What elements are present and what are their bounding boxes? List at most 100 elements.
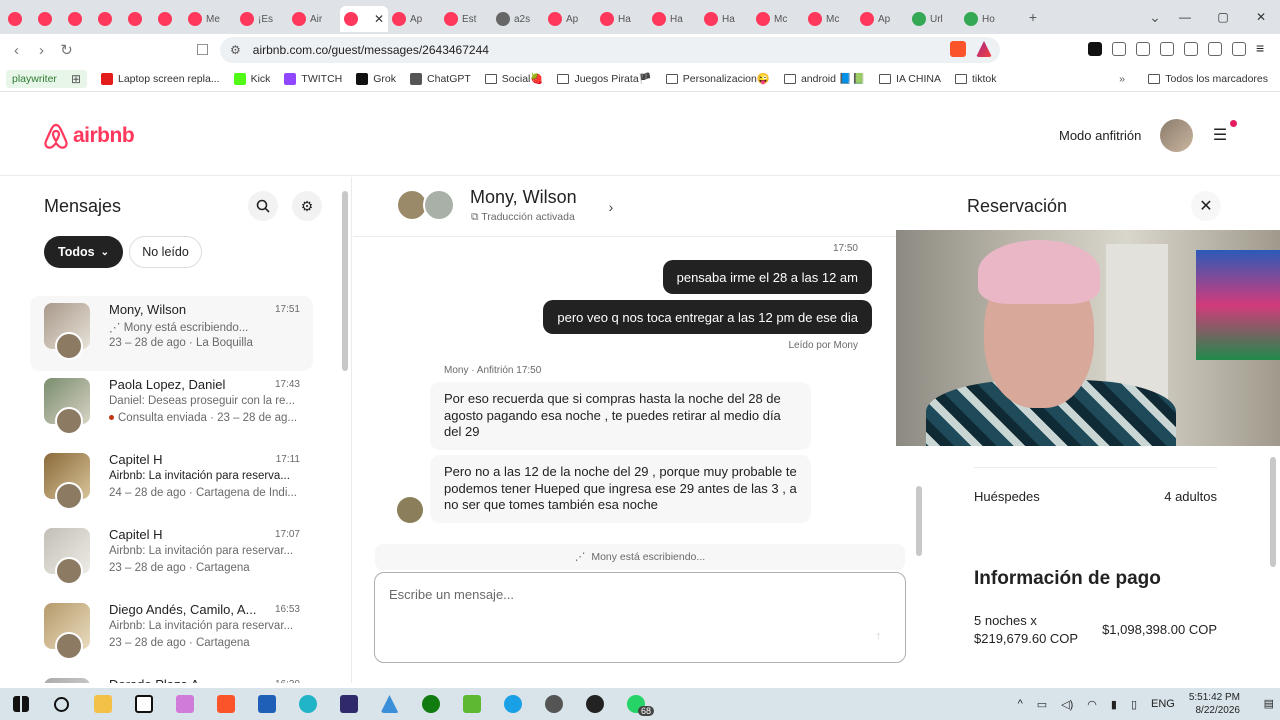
notion-icon[interactable] <box>123 688 164 720</box>
more-bookmarks-icon[interactable]: » <box>1119 73 1125 85</box>
bookmark-item[interactable]: android 📘📗 <box>783 72 865 85</box>
conversation-item[interactable]: Capitel H 17:11 Airbnb: La invitación para… <box>30 446 313 521</box>
back-icon[interactable]: ‹ <box>4 42 29 59</box>
close-icon[interactable]: ✕ <box>1191 191 1221 221</box>
bookmark-item[interactable]: Juegos Pirata🏴 <box>557 72 652 85</box>
reload-icon[interactable]: ↻ <box>54 41 79 59</box>
bookmark-item[interactable]: TWITCH <box>284 72 342 85</box>
file-explorer-icon[interactable] <box>82 688 123 720</box>
browser-tab[interactable]: Ha <box>700 6 752 32</box>
clock[interactable]: 5:51:42 PM 8/22/2026 <box>1189 691 1240 717</box>
search-icon[interactable] <box>41 688 82 720</box>
browser-tab[interactable]: Ha <box>648 6 700 32</box>
browser-tab[interactable]: Air <box>288 6 340 32</box>
message-composer[interactable]: ↑ <box>374 572 906 663</box>
extension-icon[interactable] <box>1088 42 1102 56</box>
puzzle-icon[interactable] <box>1136 42 1150 56</box>
browser-tab[interactable]: Url <box>908 6 960 32</box>
xbox-icon[interactable] <box>410 688 451 720</box>
browser-tab[interactable]: Ap <box>544 6 596 32</box>
browser-tab[interactable]: Mc <box>752 6 804 32</box>
wallet-icon[interactable] <box>1184 42 1198 56</box>
chevron-right-icon[interactable]: › <box>596 192 626 222</box>
browser-tab[interactable]: Ap <box>388 6 440 32</box>
app-icon[interactable] <box>369 688 410 720</box>
brave-rewards-icon[interactable] <box>976 41 992 57</box>
send-arrow-icon[interactable]: ↑ <box>876 630 882 642</box>
app-icon[interactable] <box>492 688 533 720</box>
bookmark-item[interactable]: Social🍓 <box>484 72 543 85</box>
brave-shield-icon[interactable] <box>950 41 966 57</box>
browser-tab[interactable]: Est <box>440 6 492 32</box>
browser-tab[interactable]: ¡Es <box>236 6 288 32</box>
volume-icon[interactable]: ◁) <box>1061 698 1073 711</box>
windows-start-icon[interactable] <box>0 688 41 720</box>
host-mode-link[interactable]: Modo anfitrión <box>1059 128 1141 143</box>
browser-tab[interactable]: Me <box>184 6 236 32</box>
url-bar[interactable]: ⚙ airbnb.com.co/guest/messages/264346724… <box>220 37 1000 63</box>
browser-tab[interactable] <box>4 6 34 32</box>
browser-menu-icon[interactable]: ≡ <box>1256 41 1270 56</box>
browser-tab[interactable] <box>94 6 124 32</box>
conversation-item[interactable]: Capitel H 17:07 Airbnb: La invitación para… <box>30 521 313 596</box>
settings-gear-icon[interactable]: ⚙ <box>292 191 322 221</box>
browser-tab[interactable]: a2s <box>492 6 544 32</box>
conversation-item[interactable]: Paola Lopez, Daniel 17:43 Daniel: Deseas p… <box>30 371 313 446</box>
minimize-button[interactable]: — <box>1166 0 1204 34</box>
user-avatar[interactable] <box>1160 119 1193 152</box>
bookmark-item[interactable]: IA CHINA <box>879 73 941 85</box>
sidebar-icon[interactable] <box>1160 42 1174 56</box>
language-indicator[interactable]: ENG <box>1151 698 1175 710</box>
conversation-item[interactable]: Mony, Wilson 17:51 ⋰ Mony está escribiendo… <box>30 296 313 371</box>
message-input[interactable] <box>389 587 869 602</box>
browser-tab[interactable] <box>154 6 184 32</box>
settings-gear-icon[interactable] <box>533 688 574 720</box>
browser-tab[interactable]: Ho <box>960 6 1012 32</box>
browser-tab[interactable]: ✕ <box>340 6 388 32</box>
app-icon[interactable] <box>287 688 328 720</box>
app-icon[interactable] <box>451 688 492 720</box>
browser-tab[interactable] <box>34 6 64 32</box>
notifications-icon[interactable]: ▤ <box>1264 697 1274 710</box>
bookmark-item[interactable]: Grok <box>356 72 396 85</box>
filter-all-button[interactable]: Todos ⌄ <box>44 236 123 268</box>
filter-unread-button[interactable]: No leído <box>129 236 202 268</box>
conversation-item[interactable]: Diego Andés, Camilo, A... 16:53 Airbnb: La… <box>30 596 313 671</box>
forward-icon[interactable]: › <box>29 42 54 59</box>
search-icon[interactable] <box>248 191 278 221</box>
battery-icon[interactable]: ▭ <box>1037 698 1047 711</box>
apps-grid-icon[interactable]: ⊞ <box>71 72 81 86</box>
bookmark-item[interactable]: tiktok <box>954 73 996 85</box>
new-tab-button[interactable]: + <box>1018 9 1048 25</box>
bookmark-item[interactable]: playwriter ⊞ <box>6 69 87 88</box>
camera-icon[interactable] <box>1112 42 1126 56</box>
all-bookmarks[interactable]: Todos los marcadores <box>1148 73 1268 85</box>
airbnb-logo[interactable]: airbnb <box>43 122 135 150</box>
wifi-icon[interactable]: ◠ <box>1087 698 1097 711</box>
chevron-up-icon[interactable]: ^ <box>1018 698 1023 710</box>
mic-icon[interactable]: ▯ <box>1131 698 1137 711</box>
store-icon[interactable] <box>246 688 287 720</box>
bookmark-item[interactable]: Laptop screen repla... <box>101 72 220 85</box>
app-icon[interactable] <box>574 688 615 720</box>
app-icon[interactable] <box>164 688 205 720</box>
vpn-icon[interactable] <box>1232 42 1246 56</box>
bookmark-item[interactable]: Personalizacion😜 <box>665 72 770 85</box>
reservation-scrollbar[interactable] <box>1270 457 1276 567</box>
close-tab-icon[interactable]: ✕ <box>374 12 384 26</box>
conversation-item[interactable]: Dorado Plaza A...16:30 <box>30 671 313 683</box>
bookmark-icon[interactable]: ☐ <box>190 41 215 59</box>
browser-tab[interactable]: Ha <box>596 6 648 32</box>
browser-tab[interactable]: Mc <box>804 6 856 32</box>
browser-tab[interactable] <box>64 6 94 32</box>
maximize-button[interactable]: ▢ <box>1204 0 1242 34</box>
site-info-icon[interactable]: ⚙ <box>230 43 241 57</box>
inbox-scrollbar[interactable] <box>342 183 348 683</box>
bookmark-item[interactable]: Kick <box>233 72 270 85</box>
close-window-button[interactable]: ✕ <box>1242 0 1280 34</box>
usb-icon[interactable]: ▮ <box>1111 698 1117 711</box>
browser-tab[interactable] <box>124 6 154 32</box>
leo-ai-icon[interactable] <box>1208 42 1222 56</box>
brave-browser-icon[interactable] <box>205 688 246 720</box>
app-icon[interactable] <box>328 688 369 720</box>
